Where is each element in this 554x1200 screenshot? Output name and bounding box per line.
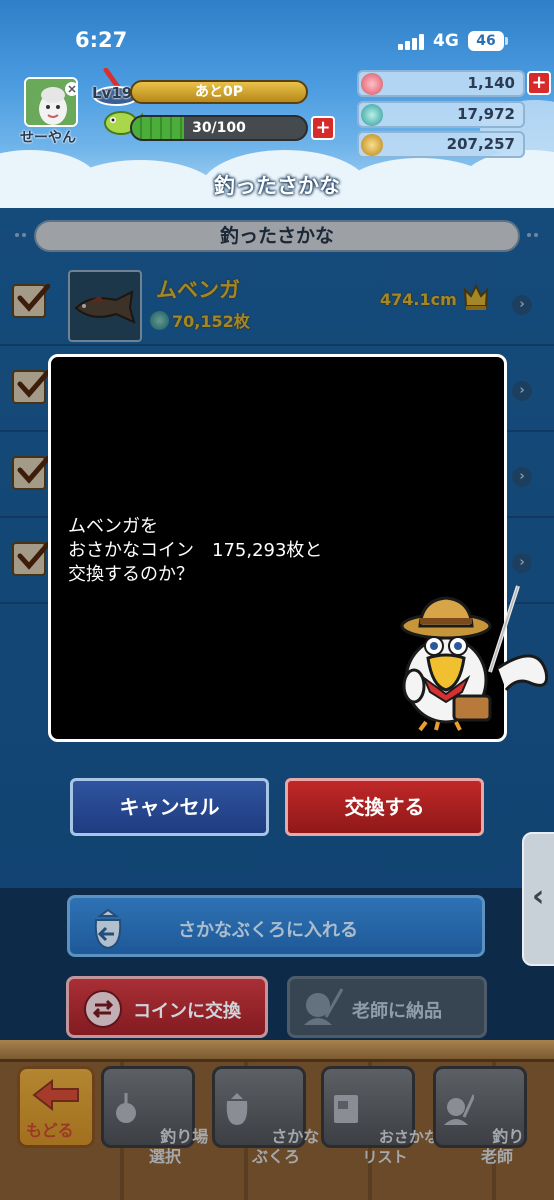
stamina-bar: 30/100 xyxy=(130,115,308,141)
nav-fish-list[interactable]: おさかな リスト xyxy=(321,1066,439,1166)
nav-rail xyxy=(0,1040,554,1062)
confirm-exchange-button[interactable]: 交換する xyxy=(285,778,484,836)
exchange-coin-button[interactable]: コインに交換 xyxy=(66,976,268,1038)
network-type: 4G xyxy=(433,31,459,51)
currency-gold: 207,257 xyxy=(357,131,525,158)
teacher-icon xyxy=(304,988,344,1025)
book-icon xyxy=(334,1095,358,1123)
player-level: Lv19 xyxy=(92,84,133,102)
exp-bar: あと0P xyxy=(130,80,308,104)
exchange-coin-label: コインに交換 xyxy=(133,1001,241,1022)
add-gem-button[interactable]: + xyxy=(527,71,551,95)
back-button[interactable]: もどる xyxy=(17,1066,95,1148)
deliver-to-teacher-button[interactable]: 老師に納品 xyxy=(287,976,487,1038)
deliver-to-teacher-label: 老師に納品 xyxy=(352,1001,442,1022)
nav-fish-bag[interactable]: さかな ぶくろ xyxy=(212,1066,319,1166)
gold-coin-icon xyxy=(361,134,383,156)
pelican-teacher-mascot xyxy=(400,585,549,732)
back-arrow-icon xyxy=(32,1078,79,1112)
player-avatar[interactable] xyxy=(24,77,78,127)
clock: 6:27 xyxy=(75,28,128,52)
put-in-bag-button[interactable]: さかなぶくろに入れる xyxy=(67,895,485,957)
nav-fishing-teacher[interactable]: 釣り 老師 xyxy=(433,1066,527,1166)
fish-coin-icon xyxy=(361,104,383,126)
screen-title: 釣ったさかな xyxy=(214,174,340,198)
dialog-message: ムベンガを おさかなコイン 175,293枚と 交換するのか？ xyxy=(68,516,323,585)
signal-icon xyxy=(398,34,426,50)
nav-fishing-spot-label: 釣り場 選択 xyxy=(148,1127,209,1166)
bobber-icon xyxy=(116,1093,136,1123)
battery-icon: 46 xyxy=(468,31,508,51)
currency-fish-coin: 17,972 xyxy=(357,101,525,128)
currency-gem: 1,140 xyxy=(357,70,525,97)
nav-fish-list-label: おさかな リスト xyxy=(362,1128,439,1166)
fish-bag-icon xyxy=(94,908,122,950)
cancel-button[interactable]: キャンセル xyxy=(70,778,269,836)
status-bar: 6:27 4G 46 xyxy=(0,0,554,80)
nav-fishing-teacher-label: 釣り 老師 xyxy=(480,1127,525,1166)
bottom-navigation: もどる 釣り場 選択 さかな ぶくろ おさかな リスト 釣り 老師 xyxy=(0,1040,554,1200)
teacher-icon xyxy=(444,1094,474,1125)
gem-value: 1,140 xyxy=(467,74,515,92)
coin-exchange-icon xyxy=(84,990,122,1028)
add-stamina-button[interactable]: + xyxy=(311,116,335,140)
back-label: もどる xyxy=(26,1121,74,1140)
nav-fish-bag-label: さかな ぶくろ xyxy=(251,1127,320,1166)
stamina-text: 30/100 xyxy=(192,120,246,136)
side-panel-tab[interactable]: ‹ xyxy=(522,832,554,966)
gold-value: 207,257 xyxy=(446,135,515,153)
fish-bag-icon xyxy=(226,1093,248,1125)
fish-coin-value: 17,972 xyxy=(457,105,515,123)
player-name: せーやん xyxy=(20,130,76,146)
put-in-bag-label: さかなぶくろに入れる xyxy=(178,920,358,941)
gem-icon xyxy=(361,73,383,95)
nav-fishing-spot[interactable]: 釣り場 選択 xyxy=(101,1066,208,1166)
